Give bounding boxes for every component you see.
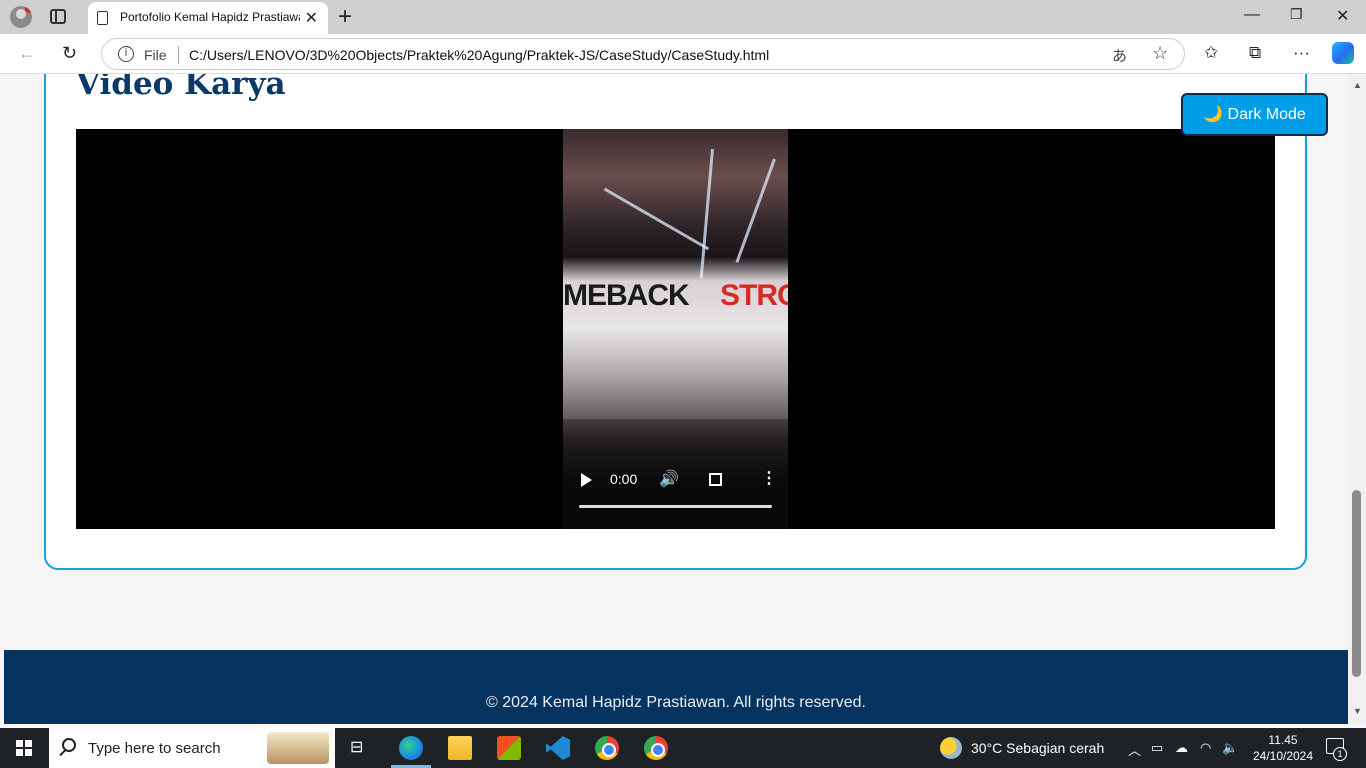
info-icon[interactable]: i [118,46,134,62]
section-title: Video Karya [76,74,286,102]
scroll-down-icon[interactable]: ▼ [1353,706,1362,716]
notification-dot [25,6,32,13]
speaker-icon[interactable]: 🔈 [1222,740,1238,756]
fullscreen-icon[interactable] [709,473,722,486]
clock-date: 24/10/2024 [1252,749,1314,763]
store-app-icon[interactable] [497,736,521,760]
edge-app-icon[interactable] [399,736,423,760]
search-highlight-image [267,732,329,764]
browser-tab[interactable]: Portofolio Kemal Hapidz Prastiawan ✕ [88,2,328,34]
close-window-icon[interactable]: ✕ [1336,6,1349,26]
favorites-icon[interactable]: ✩ [1204,43,1218,63]
back-icon[interactable]: ← [18,43,36,64]
play-icon[interactable] [581,473,592,487]
address-bar[interactable]: i File C:/Users/LENOVO/3D%20Objects/Prak… [101,38,1185,70]
scroll-up-icon[interactable]: ▲ [1353,80,1362,90]
copilot-icon[interactable] [1332,42,1354,64]
browser-tab-strip: Portofolio Kemal Hapidz Prastiawan ✕ + —… [0,0,1366,34]
start-windows-icon[interactable] [16,740,32,756]
page-icon [97,11,108,25]
banner-text-left: MEBACK [563,279,690,312]
progress-bar[interactable] [579,505,772,508]
file-explorer-icon[interactable] [448,736,472,760]
tab-actions-icon[interactable] [50,9,66,24]
stage-light [735,158,776,263]
profile-avatar[interactable] [10,6,32,28]
taskbar-search[interactable]: Type here to search [49,728,335,768]
volume-icon[interactable]: 🔊 [659,469,679,489]
refresh-icon[interactable]: ↻ [62,43,77,64]
tab-title: Portofolio Kemal Hapidz Prastiawan [120,10,300,24]
url-text[interactable]: C:/Users/LENOVO/3D%20Objects/Praktek%20A… [189,47,769,63]
divider [178,46,179,64]
chrome-app-icon[interactable] [595,736,619,760]
scheme-label: File [144,47,167,63]
restore-icon[interactable]: ❐ [1290,6,1303,23]
more-menu-icon[interactable]: ··· [1293,43,1310,63]
page-footer: © 2024 Kemal Hapidz Prastiawan. All righ… [4,650,1348,724]
page-viewport: Video Karya MEBACK STRO 0:00 🔊 ⋮ 🌙 Dark … [0,74,1348,724]
search-placeholder: Type here to search [88,740,221,757]
current-time: 0:00 [610,471,638,487]
system-clock[interactable]: 11.45 24/10/2024 [1248,732,1318,764]
battery-icon[interactable]: ▭ [1151,740,1163,756]
weather-text[interactable]: 30°C Sebagian cerah [971,740,1104,756]
stage-light [699,148,714,279]
chrome-profile-app-icon[interactable] [644,736,668,760]
new-tab-icon[interactable]: + [338,3,352,31]
minimize-icon[interactable]: — [1244,6,1260,24]
close-tab-icon[interactable]: ✕ [305,8,318,28]
task-view-icon[interactable]: ⊟ [350,737,363,757]
notification-badge: 1 [1333,747,1347,761]
scroll-thumb[interactable] [1352,490,1361,677]
address-bar-row: ← ↻ i File C:/Users/LENOVO/3D%20Objects/… [0,34,1366,74]
video-player[interactable]: MEBACK STRO 0:00 🔊 ⋮ [76,129,1275,529]
favorite-star-icon[interactable]: ☆ [1152,43,1168,64]
footer-copyright: © 2024 Kemal Hapidz Prastiawan. All righ… [486,694,866,711]
video-controls: 0:00 🔊 ⋮ [563,459,788,529]
clock-time: 11.45 [1268,733,1298,747]
collections-icon[interactable]: ⧉ [1249,43,1261,63]
more-options-icon[interactable]: ⋮ [761,468,777,488]
video-section-card: Video Karya MEBACK STRO 0:00 🔊 ⋮ [44,74,1307,570]
search-icon [62,738,76,752]
stage-light [603,187,710,251]
banner-text-right: STRO [720,279,788,312]
dark-mode-button[interactable]: 🌙 Dark Mode [1181,93,1328,136]
read-aloud-icon[interactable]: あ [1112,45,1127,66]
wifi-icon[interactable]: ◠ [1200,740,1211,756]
vscode-app-icon[interactable] [546,736,570,760]
page-scrollbar[interactable]: ▲ ▼ [1348,74,1366,724]
onedrive-icon[interactable]: ☁ [1175,740,1188,756]
show-hidden-icons-icon[interactable]: ︿ [1128,740,1141,759]
windows-taskbar: Type here to search ⊟ 30°C Sebagian cera… [0,728,1366,768]
weather-icon[interactable] [940,737,962,759]
